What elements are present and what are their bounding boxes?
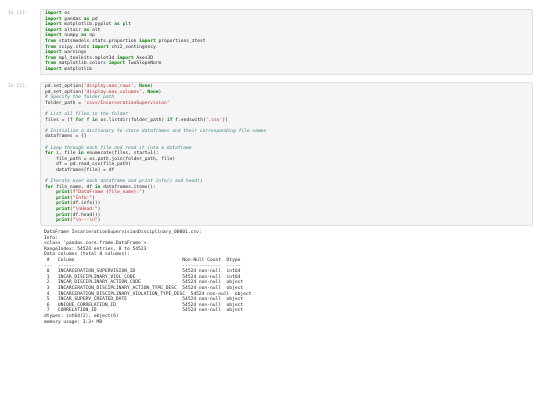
cell-prompt: In [1]: [8, 11, 28, 16]
code-line: import matplotlib [45, 66, 93, 72]
cell-prompt: In [2]: [8, 84, 28, 89]
code-line: print("\n---\n") [56, 218, 101, 224]
code-input-area[interactable]: import os import pandas as pd import matpl… [40, 9, 533, 75]
cell-output: DataFrame IncarcerationSupervisionDiscip… [40, 230, 533, 325]
code-input-area[interactable]: pd.set_option('display.max_rows', None) p… [40, 82, 533, 226]
output-line: memory usage: 3.3+ MB [44, 319, 103, 325]
